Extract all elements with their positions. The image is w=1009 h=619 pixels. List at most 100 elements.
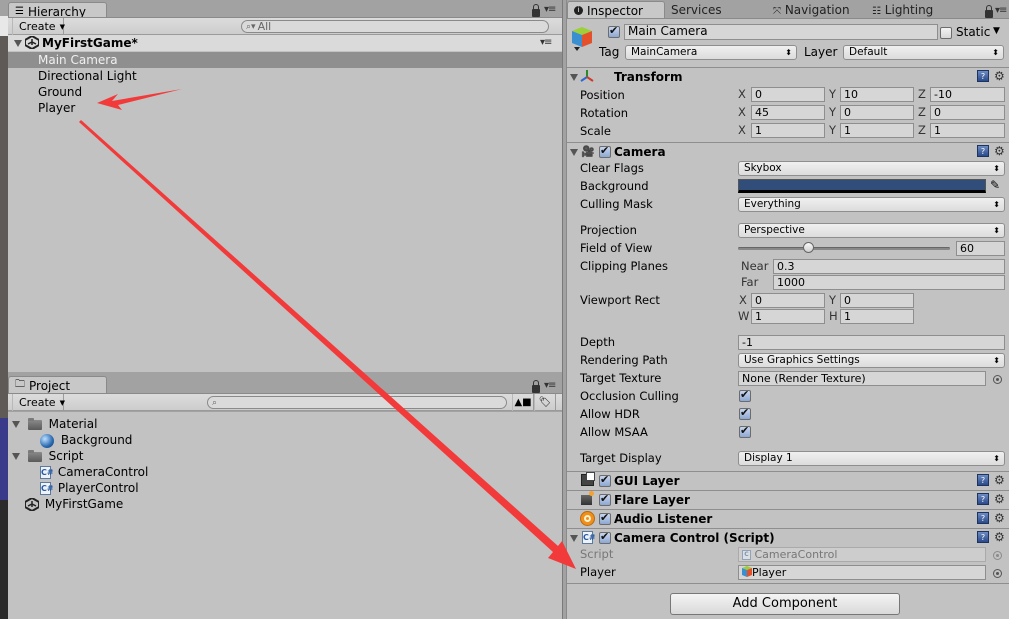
flare-layer-header[interactable]: Flare Layer ? ⚙	[567, 490, 1009, 509]
transform-scale-x-input[interactable]: 1	[751, 123, 825, 138]
gear-icon[interactable]: ⚙	[994, 512, 1005, 524]
audio-listener-header[interactable]: Audio Listener ? ⚙	[567, 509, 1009, 528]
near-input[interactable]: 0.3	[773, 259, 1005, 274]
panel-menu-icon[interactable]: ▾≡	[995, 5, 1007, 16]
transform-position-x-input[interactable]: 0	[751, 87, 825, 102]
transform-rotation-y-input[interactable]: 0	[840, 105, 914, 120]
camera-control-header[interactable]: C# Camera Control (Script) ? ⚙	[567, 528, 1009, 547]
object-name-input[interactable]: Main Camera	[624, 24, 938, 40]
transform-rotation-z-input[interactable]: 0	[930, 105, 1005, 120]
camera-control-checkbox[interactable]	[599, 530, 611, 544]
gear-icon[interactable]: ⚙	[994, 531, 1005, 543]
panel-menu-icon[interactable]: ▾≡	[544, 4, 556, 15]
depth-input[interactable]: -1	[738, 335, 1005, 350]
lock-icon[interactable]	[532, 380, 540, 393]
tab-navigation[interactable]: ⤧ Navigation	[773, 3, 850, 17]
viewport-w-input[interactable]: 1	[751, 309, 825, 324]
transform-scale-z-input[interactable]: 1	[930, 123, 1005, 138]
flare-layer-icon	[581, 491, 594, 505]
axis-x-label: X	[738, 123, 746, 137]
expand-triangle-icon[interactable]	[12, 453, 20, 460]
static-dropdown-arrow-icon[interactable]: ▼	[993, 26, 1000, 36]
target-texture-field[interactable]: None (Render Texture)	[738, 371, 986, 386]
help-book-icon[interactable]: ?	[977, 474, 989, 486]
hierarchy-item-main-camera[interactable]: Main Camera	[8, 52, 562, 68]
player-field[interactable]: Player	[738, 565, 986, 580]
gear-icon[interactable]: ⚙	[994, 493, 1005, 505]
fov-input[interactable]: 60	[956, 241, 1005, 256]
scene-menu-icon[interactable]: ▾≡	[540, 35, 552, 51]
clear-flags-dropdown[interactable]: Skybox ⬍	[738, 161, 1005, 176]
project-folder-script[interactable]: Script	[12, 448, 83, 464]
gui-layer-header[interactable]: GUI Layer ? ⚙	[567, 471, 1009, 490]
fov-slider-track[interactable]	[738, 247, 950, 250]
project-item-playercontrol[interactable]: C# PlayerControl	[40, 480, 139, 496]
hierarchy-search-input[interactable]: ⌕▾ All	[241, 20, 549, 33]
background-color-swatch[interactable]	[738, 179, 986, 193]
project-item-cameracontrol[interactable]: C# CameraControl	[40, 464, 148, 480]
transform-header[interactable]: Transform ? ⚙	[567, 67, 1009, 86]
tab-services[interactable]: Services	[671, 3, 722, 17]
occlusion-culling-checkbox[interactable]	[739, 388, 751, 402]
tab-project[interactable]: 🗀 Project	[8, 376, 107, 393]
help-book-icon[interactable]: ?	[977, 512, 989, 524]
fov-slider-thumb[interactable]	[802, 242, 814, 253]
panel-menu-icon[interactable]: ▾≡	[544, 380, 556, 391]
filter-by-type-button[interactable]: ▲■	[512, 394, 534, 411]
hierarchy-item-player[interactable]: Player	[38, 100, 75, 116]
filter-by-label-button[interactable]: 🏷	[534, 394, 556, 411]
viewport-h-input[interactable]: 1	[840, 309, 914, 324]
viewport-y-input[interactable]: 0	[840, 293, 914, 308]
transform-rotation-x-input[interactable]: 45	[751, 105, 825, 120]
rendering-path-dropdown[interactable]: Use Graphics Settings ⬍	[738, 353, 1005, 368]
static-checkbox[interactable]	[940, 27, 952, 39]
target-display-dropdown[interactable]: Display 1 ⬍	[738, 451, 1005, 466]
project-item-background[interactable]: Background	[40, 432, 132, 448]
lock-icon[interactable]	[985, 5, 993, 18]
transform-scale-y-input[interactable]: 1	[840, 123, 914, 138]
camera-header[interactable]: 🎥 Camera ? ⚙	[567, 142, 1009, 161]
viewport-x-input[interactable]: 0	[751, 293, 825, 308]
allow-msaa-checkbox[interactable]	[739, 424, 751, 438]
help-book-icon[interactable]: ?	[977, 70, 989, 82]
help-book-icon[interactable]: ?	[977, 145, 989, 157]
gear-icon[interactable]: ⚙	[994, 70, 1005, 82]
transform-position-z-input[interactable]: -10	[930, 87, 1005, 102]
add-component-button[interactable]: Add Component	[670, 593, 900, 615]
far-input[interactable]: 1000	[773, 275, 1005, 290]
create-button[interactable]: Create ▼	[12, 394, 65, 411]
object-picker-icon[interactable]	[993, 569, 1002, 578]
camera-enabled-checkbox[interactable]	[599, 144, 611, 158]
transform-position-y-input[interactable]: 10	[840, 87, 914, 102]
audio-listener-checkbox[interactable]	[599, 511, 611, 525]
lock-icon[interactable]	[532, 4, 540, 17]
tag-dropdown[interactable]: MainCamera ⬍	[625, 45, 797, 60]
expand-triangle-icon[interactable]	[570, 149, 578, 156]
gear-icon[interactable]: ⚙	[994, 145, 1005, 157]
hierarchy-item-ground[interactable]: Ground	[38, 84, 82, 100]
project-search-input[interactable]: ⌕	[207, 396, 507, 409]
help-book-icon[interactable]: ?	[977, 531, 989, 543]
eyedropper-icon[interactable]: ✎	[990, 178, 1000, 192]
project-item-myfirstgame[interactable]: MyFirstGame	[25, 496, 123, 512]
layer-dropdown[interactable]: Default ⬍	[843, 45, 1004, 60]
flare-layer-checkbox[interactable]	[599, 492, 611, 506]
object-active-checkbox[interactable]	[608, 24, 620, 38]
project-folder-material[interactable]: Material	[12, 416, 97, 432]
hierarchy-item-directional-light[interactable]: Directional Light	[38, 68, 137, 84]
culling-mask-dropdown[interactable]: Everything ⬍	[738, 197, 1005, 212]
expand-triangle-icon[interactable]	[14, 40, 22, 47]
expand-triangle-icon[interactable]	[570, 74, 578, 81]
create-button[interactable]: Create ▼	[12, 18, 65, 35]
expand-triangle-icon[interactable]	[12, 421, 20, 428]
scene-row[interactable]: MyFirstGame* ▾≡	[8, 35, 562, 51]
allow-hdr-checkbox[interactable]	[739, 406, 751, 420]
gear-icon[interactable]: ⚙	[994, 474, 1005, 486]
tab-inspector[interactable]: i Inspector	[567, 1, 665, 18]
tab-lighting[interactable]: ☷ Lighting	[872, 3, 933, 17]
object-picker-icon[interactable]	[993, 375, 1002, 384]
gui-layer-checkbox[interactable]	[599, 473, 611, 487]
help-book-icon[interactable]: ?	[977, 493, 989, 505]
expand-triangle-icon[interactable]	[570, 535, 578, 542]
projection-dropdown[interactable]: Perspective ⬍	[738, 223, 1005, 238]
